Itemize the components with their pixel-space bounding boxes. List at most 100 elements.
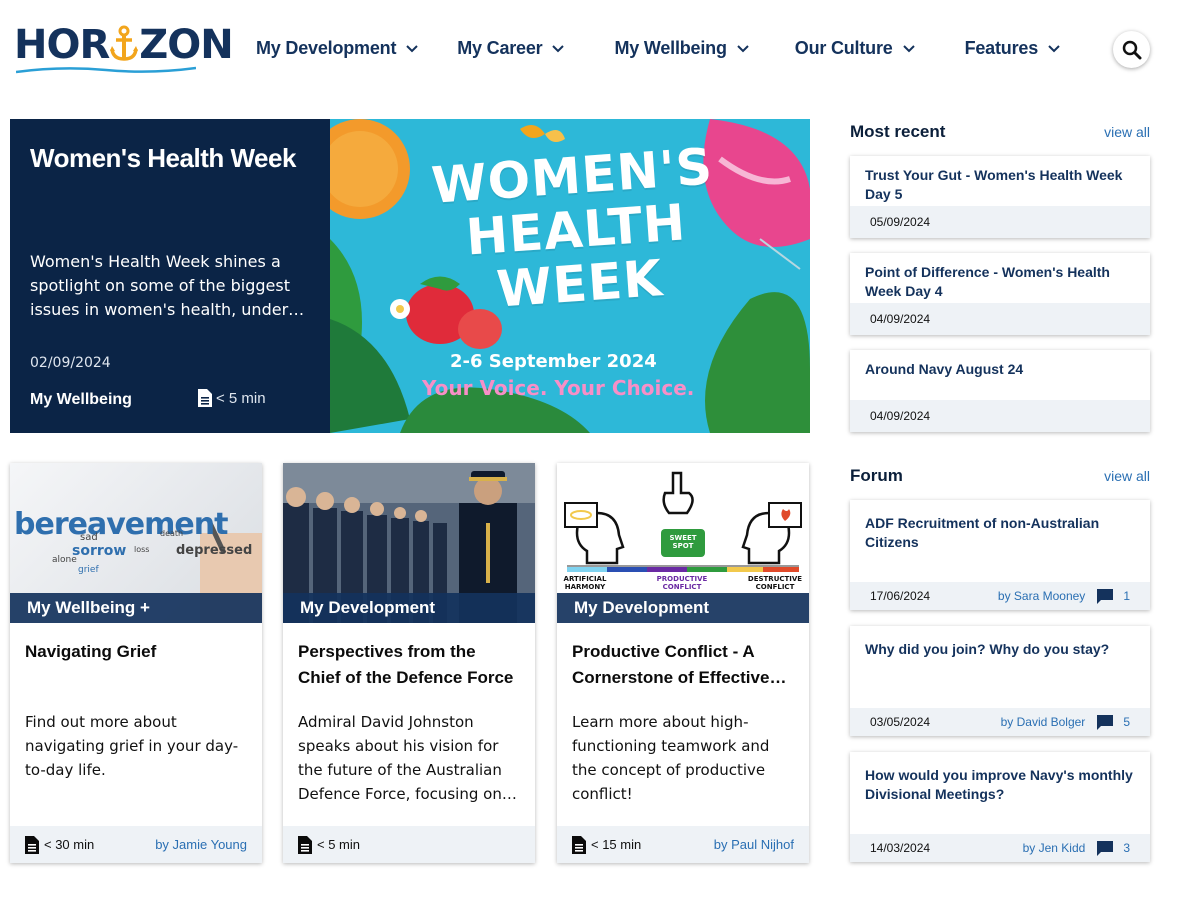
read-time-label: < 30 min bbox=[44, 837, 95, 852]
recent-item-date: 04/09/2024 bbox=[870, 409, 931, 423]
featured-article[interactable]: Women's Health Week Women's Health Week … bbox=[10, 119, 810, 433]
article-read-time: < 15 min bbox=[572, 835, 642, 854]
forum-thread-date: 03/05/2024 bbox=[870, 715, 931, 729]
forum-thread[interactable]: ADF Recruitment of non-Australian Citize… bbox=[850, 500, 1150, 610]
image-word: sorrow bbox=[72, 543, 127, 559]
featured-title[interactable]: Women's Health Week bbox=[30, 143, 296, 174]
nav-features[interactable]: Features bbox=[965, 38, 1060, 59]
featured-article-info: Women's Health Week Women's Health Week … bbox=[10, 119, 330, 433]
image-label-artificial-harmony: ARTIFICIAL HARMONY bbox=[563, 575, 607, 591]
nav-my-development[interactable]: My Development bbox=[256, 38, 418, 59]
recent-item-footer: 05/09/2024 bbox=[850, 206, 1150, 238]
forum-thread[interactable]: How would you improve Navy's monthly Div… bbox=[850, 752, 1150, 862]
article-title[interactable]: Perspectives from the Chief of the Defen… bbox=[298, 639, 520, 691]
featured-category[interactable]: My Wellbeing bbox=[30, 391, 132, 409]
article-author[interactable]: by Paul Nijhof bbox=[714, 837, 794, 852]
comment-count: 3 bbox=[1123, 841, 1130, 855]
image-word: grief bbox=[78, 565, 99, 575]
image-word: death bbox=[160, 529, 184, 538]
search-button[interactable] bbox=[1113, 31, 1150, 68]
image-word-main: bereavement bbox=[14, 507, 228, 542]
recent-item[interactable]: Trust Your Gut - Women's Health Week Day… bbox=[850, 156, 1150, 238]
article-card[interactable]: SWEET SPOT ARTIFICIAL HARMONY PRODUCTIVE… bbox=[557, 463, 809, 863]
forum-thread-date: 17/06/2024 bbox=[870, 589, 931, 603]
featured-description: Women's Health Week shines a spotlight o… bbox=[30, 252, 290, 319]
recent-item-date: 05/09/2024 bbox=[870, 215, 931, 229]
nav-label: My Wellbeing bbox=[614, 38, 727, 58]
nav-label: My Development bbox=[256, 38, 397, 58]
document-icon bbox=[198, 389, 212, 407]
comment-count: 5 bbox=[1123, 715, 1130, 729]
nav-label: Features bbox=[964, 38, 1039, 58]
nav-my-wellbeing[interactable]: My Wellbeing bbox=[614, 38, 749, 59]
main-nav: My Development My Career My Wellbeing Ou… bbox=[256, 38, 1100, 59]
article-title-text: Productive Conflict - A Cornerstone of E… bbox=[572, 642, 770, 687]
article-title[interactable]: Navigating Grief bbox=[25, 639, 247, 691]
article-description: Find out more about navigating grief in … bbox=[25, 713, 239, 779]
image-word: alone bbox=[52, 555, 77, 565]
most-recent-view-all-link[interactable]: view all bbox=[1104, 124, 1150, 140]
logo-wordmark: HOR ZON bbox=[14, 22, 234, 68]
article-footer: < 15 min by Paul Nijhof bbox=[557, 826, 809, 863]
document-icon bbox=[25, 835, 39, 854]
chevron-down-icon bbox=[406, 44, 418, 52]
nav-my-career[interactable]: My Career bbox=[457, 38, 565, 59]
comment-icon bbox=[1097, 588, 1114, 604]
nav-label: My Career bbox=[457, 38, 543, 58]
recent-item-title: Point of Difference - Women's Health Wee… bbox=[865, 264, 1110, 299]
logo-text-left: HOR bbox=[14, 22, 110, 68]
nav-our-culture[interactable]: Our Culture bbox=[795, 38, 915, 59]
comment-icon bbox=[1097, 840, 1114, 856]
document-icon bbox=[298, 835, 312, 854]
chevron-down-icon bbox=[1048, 44, 1060, 52]
forum-title: Forum bbox=[850, 466, 903, 485]
forum-thread-author[interactable]: by David Bolger bbox=[1001, 715, 1086, 729]
article-card[interactable]: My Development Perspectives from the Chi… bbox=[283, 463, 535, 863]
article-card[interactable]: bereavement sorrow depressed sad grief a… bbox=[10, 463, 262, 863]
chevron-down-icon bbox=[552, 44, 565, 52]
forum-thread-footer: 14/03/2024 by Jen Kidd 3 bbox=[850, 834, 1150, 862]
forum-thread[interactable]: Why did you join? Why do you stay? 03/05… bbox=[850, 626, 1150, 736]
article-footer: < 5 min bbox=[283, 826, 535, 863]
chevron-down-icon bbox=[737, 44, 749, 52]
forum-thread-title: ADF Recruitment of non-Australian Citize… bbox=[865, 515, 1100, 550]
comment-icon bbox=[1097, 714, 1114, 730]
featured-image[interactable]: WOMEN'S HEALTH WEEK 2-6 September 2024 Y… bbox=[330, 119, 810, 433]
forum-thread-title: Why did you join? Why do you stay? bbox=[865, 641, 1110, 657]
article-category-tag[interactable]: My Development bbox=[557, 593, 809, 623]
article-description: Learn more about high-functioning teamwo… bbox=[572, 713, 770, 803]
forum-thread-comments: 3 bbox=[1097, 840, 1130, 856]
forum-thread-footer: 03/05/2024 by David Bolger 5 bbox=[850, 708, 1150, 736]
recent-item-footer: 04/09/2024 bbox=[850, 303, 1150, 335]
recent-item-title: Around Navy August 24 bbox=[865, 361, 1024, 377]
forum-thread-comments: 1 bbox=[1097, 588, 1130, 604]
featured-image-slogan: Your Voice. Your Choice. bbox=[422, 376, 695, 400]
read-time-label: < 5 min bbox=[216, 389, 266, 407]
article-author[interactable]: by Jamie Young bbox=[155, 837, 247, 852]
recent-item[interactable]: Point of Difference - Women's Health Wee… bbox=[850, 253, 1150, 335]
logo-text-right: ZON bbox=[139, 22, 233, 68]
forum-thread-title: How would you improve Navy's monthly Div… bbox=[865, 767, 1133, 802]
article-category-tag[interactable]: My Development bbox=[283, 593, 535, 623]
article-title[interactable]: Productive Conflict - A Cornerstone of E… bbox=[572, 639, 794, 691]
recent-item-footer: 04/09/2024 bbox=[850, 400, 1150, 432]
featured-date: 02/09/2024 bbox=[30, 355, 111, 371]
article-title-text: Perspectives from the Chief of the Defen… bbox=[298, 642, 514, 687]
article-description: Admiral David Johnston speaks about his … bbox=[298, 713, 502, 803]
article-footer: < 30 min by Jamie Young bbox=[10, 826, 262, 863]
horizon-logo[interactable]: HOR ZON bbox=[14, 16, 234, 74]
image-word: sad bbox=[80, 532, 98, 543]
nav-label: Our Culture bbox=[794, 38, 893, 58]
anchor-icon bbox=[110, 25, 139, 61]
site-header: HOR ZON My Development My Career My Well bbox=[0, 0, 1196, 100]
most-recent-title: Most recent bbox=[850, 122, 946, 141]
forum-thread-footer: 17/06/2024 by Sara Mooney 1 bbox=[850, 582, 1150, 610]
featured-image-title: WOMEN'S HEALTH WEEK bbox=[421, 137, 732, 322]
forum-view-all-link[interactable]: view all bbox=[1104, 468, 1150, 484]
forum-thread-author[interactable]: by Jen Kidd bbox=[1023, 841, 1086, 855]
article-category-tag[interactable]: My Wellbeing + bbox=[10, 593, 262, 623]
recent-item[interactable]: Around Navy August 24 04/09/2024 bbox=[850, 350, 1150, 432]
read-time-label: < 15 min bbox=[591, 837, 642, 852]
forum-thread-author[interactable]: by Sara Mooney bbox=[998, 589, 1085, 603]
recent-item-date: 04/09/2024 bbox=[870, 312, 931, 326]
